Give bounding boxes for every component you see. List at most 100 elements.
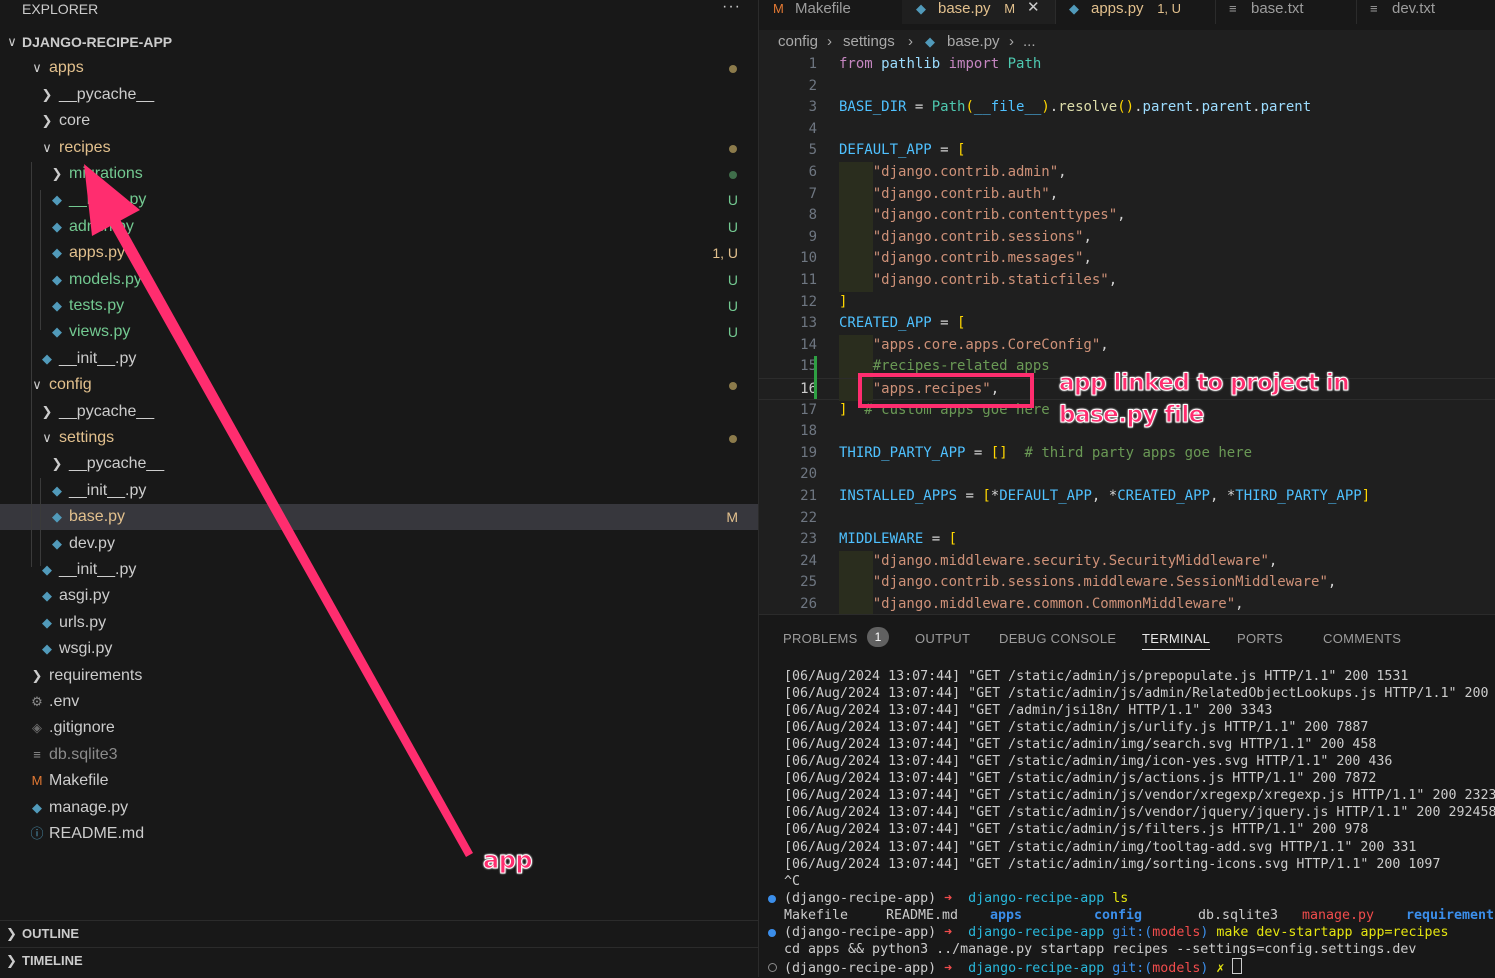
file-item-views-py[interactable]: ◆ views.py U	[0, 319, 758, 345]
ls-entry: config	[1094, 907, 1143, 923]
terminal-cursor[interactable]	[1232, 957, 1243, 974]
close-icon[interactable]: ✕	[1027, 0, 1040, 17]
file-item-env[interactable]: ⚙ .env	[0, 689, 758, 715]
code-line[interactable]: 4	[759, 119, 1495, 141]
tab-apps-py[interactable]: ◆ apps.py 1, U	[1055, 0, 1216, 24]
code-line[interactable]: 24 "django.middleware.security.SecurityM…	[759, 550, 1495, 573]
venv-name: (django-recipe-app)	[784, 924, 937, 940]
folder-item-pycache[interactable]: ❯ __pycache__	[0, 82, 758, 108]
code-line[interactable]: 5 DEFAULT_APP = [	[759, 140, 1495, 162]
file-item-apps-py[interactable]: ◆ apps.py 1, U	[0, 240, 758, 266]
tab-base-txt[interactable]: ≡ base.txt	[1215, 0, 1357, 24]
tree-item-label: manage.py	[49, 798, 129, 816]
code-editor[interactable]: 1 from pathlib import Path 2 3 BASE_DIR = Pa…	[759, 54, 1495, 614]
code-line[interactable]: 26 "django.middleware.common.CommonMiddl…	[759, 594, 1495, 614]
file-item-readme-md[interactable]: ⓘ README.md	[0, 821, 758, 847]
tree-item-label: .env	[49, 693, 80, 710]
file-item-init-py[interactable]: ◆ __init__.py U	[0, 187, 758, 213]
file-item-init-py[interactable]: ◆ __init__.py	[0, 557, 758, 583]
tab-dev-txt[interactable]: ≡ dev.txt	[1356, 0, 1495, 24]
folder-item-apps[interactable]: ∨ apps	[0, 55, 758, 81]
tree-item-label: __pycache__	[59, 402, 155, 420]
python-file-icon: ◆	[52, 509, 62, 525]
timeline-label: TIMELINE	[22, 953, 83, 968]
code-line[interactable]: 1 from pathlib import Path	[759, 54, 1495, 76]
code-line[interactable]: 14 "apps.core.apps.CoreConfig",	[759, 334, 1495, 357]
file-item-manage-py[interactable]: ◆ manage.py	[0, 795, 758, 821]
folder-item-settings[interactable]: ∨ settings	[0, 425, 758, 451]
line-number: 14	[800, 336, 817, 353]
code-line[interactable]: 2	[759, 76, 1495, 98]
file-item-init-py[interactable]: ◆ __init__.py	[0, 346, 758, 372]
chevron-right-icon: ❯	[41, 113, 53, 129]
timeline-section[interactable]: ❯ TIMELINE	[0, 947, 758, 974]
terminal-output-line: [06/Aug/2024 13:07:44] "GET /static/admi…	[784, 788, 1495, 804]
line-number: 12	[800, 293, 817, 310]
modified-dot-icon	[729, 144, 737, 153]
breadcrumb-file[interactable]: base.py	[947, 30, 1000, 54]
panel-tab-output[interactable]: OUTPUT	[915, 629, 970, 649]
file-item-admin-py[interactable]: ◆ admin.py U	[0, 214, 758, 240]
breadcrumb-symbol[interactable]: ...	[1023, 30, 1036, 54]
code-text: "django.contrib.admin",	[839, 162, 1067, 184]
breadcrumb-separator-icon: ›	[827, 33, 832, 50]
folder-item-core[interactable]: ❯ core	[0, 108, 758, 134]
file-item-base-py[interactable]: ◆ base.py M	[0, 504, 758, 531]
code-line[interactable]: 10 "django.contrib.messages",	[759, 248, 1495, 270]
git-label: git:(	[1112, 924, 1153, 940]
code-line[interactable]: 22	[759, 508, 1495, 530]
panel-tab-ports[interactable]: PORTS	[1237, 629, 1283, 649]
code-line[interactable]: 23 MIDDLEWARE = [	[759, 529, 1495, 551]
code-line[interactable]: 7 "django.contrib.auth",	[759, 183, 1495, 206]
folder-item-config[interactable]: ∨ config	[0, 372, 758, 398]
file-item-makefile[interactable]: M Makefile	[0, 768, 758, 794]
panel-tab-comments[interactable]: COMMENTS	[1323, 629, 1401, 649]
code-line[interactable]: 19 THIRD_PARTY_APP = [] # third party app…	[759, 443, 1495, 465]
line-number: 1	[808, 56, 817, 72]
file-item-init-py[interactable]: ◆ __init__.py	[0, 478, 758, 504]
folder-item-pycache[interactable]: ❯ __pycache__	[0, 399, 758, 425]
file-item-models-py[interactable]: ◆ models.py U	[0, 267, 758, 293]
code-line[interactable]: 9 "django.contrib.sessions",	[759, 226, 1495, 249]
file-item-urls-py[interactable]: ◆ urls.py	[0, 610, 758, 636]
base-annotation-line1: app linked to project in	[1058, 370, 1350, 397]
code-line[interactable]: 12]	[759, 292, 1495, 314]
outline-section[interactable]: ❯ OUTLINE	[0, 920, 758, 947]
breadcrumb-settings[interactable]: settings	[843, 30, 895, 54]
file-item-asgi-py[interactable]: ◆ asgi.py	[0, 583, 758, 609]
file-item-wsgi-py[interactable]: ◆ wsgi.py	[0, 636, 758, 662]
panel-tab-problems[interactable]: PROBLEMS	[783, 629, 858, 649]
tab-base-py[interactable]: ◆ base.py M ✕	[902, 0, 1056, 24]
code-line[interactable]: 8 "django.contrib.contenttypes",	[759, 205, 1495, 227]
modified-dot-icon	[729, 382, 737, 391]
folder-item-pycache[interactable]: ❯ __pycache__	[0, 451, 758, 477]
file-item-dev-py[interactable]: ◆ dev.py	[0, 531, 758, 557]
code-line[interactable]: 25 "django.contrib.sessions.middleware.S…	[759, 572, 1495, 594]
indent-guide	[31, 452, 32, 567]
code-line[interactable]: 11 "django.contrib.staticfiles",	[759, 270, 1495, 292]
tree-item-label: .gitignore	[49, 719, 115, 737]
panel-tab-debug-console[interactable]: DEBUG CONSOLE	[999, 629, 1116, 649]
tab-makefile[interactable]: M Makefile	[759, 0, 903, 24]
tree-item-label: __pycache__	[59, 85, 155, 103]
folder-item-requirements[interactable]: ❯ requirements	[0, 663, 758, 689]
line-number: 6	[808, 164, 817, 180]
file-item-tests-py[interactable]: ◆ tests.py U	[0, 293, 758, 319]
terminal-prompt-line: (django-recipe-app) ➜ django-recipe-app …	[784, 924, 1449, 941]
chevron-right-icon: ❯	[6, 953, 17, 968]
more-actions-icon[interactable]: ···	[722, 0, 741, 16]
code-line[interactable]: 20	[759, 464, 1495, 486]
code-line[interactable]: 21 INSTALLED_APPS = [*DEFAULT_APP, *CREAT…	[759, 486, 1495, 508]
code-line[interactable]: 13 CREATED_APP = [	[759, 313, 1495, 335]
folder-item-recipes[interactable]: ∨ recipes	[0, 135, 758, 161]
code-line[interactable]: 6 "django.contrib.admin",	[759, 162, 1495, 184]
breadcrumb-config[interactable]: config	[778, 30, 818, 54]
folder-item-migrations[interactable]: ❯ migrations	[0, 161, 758, 187]
file-item-db-sqlite3[interactable]: ≡ db.sqlite3	[0, 742, 758, 768]
panel-tab-terminal[interactable]: TERMINAL	[1142, 629, 1211, 650]
code-line[interactable]: 3 BASE_DIR = Path(__file__).resolve().par…	[759, 97, 1495, 119]
explorer-root-folder[interactable]: ∨ DJANGO-RECIPE-APP	[0, 29, 758, 55]
line-number: 11	[800, 272, 817, 288]
tree-item-label: __init__.py	[59, 349, 137, 367]
file-item-gitignore[interactable]: ◈ .gitignore	[0, 715, 758, 741]
